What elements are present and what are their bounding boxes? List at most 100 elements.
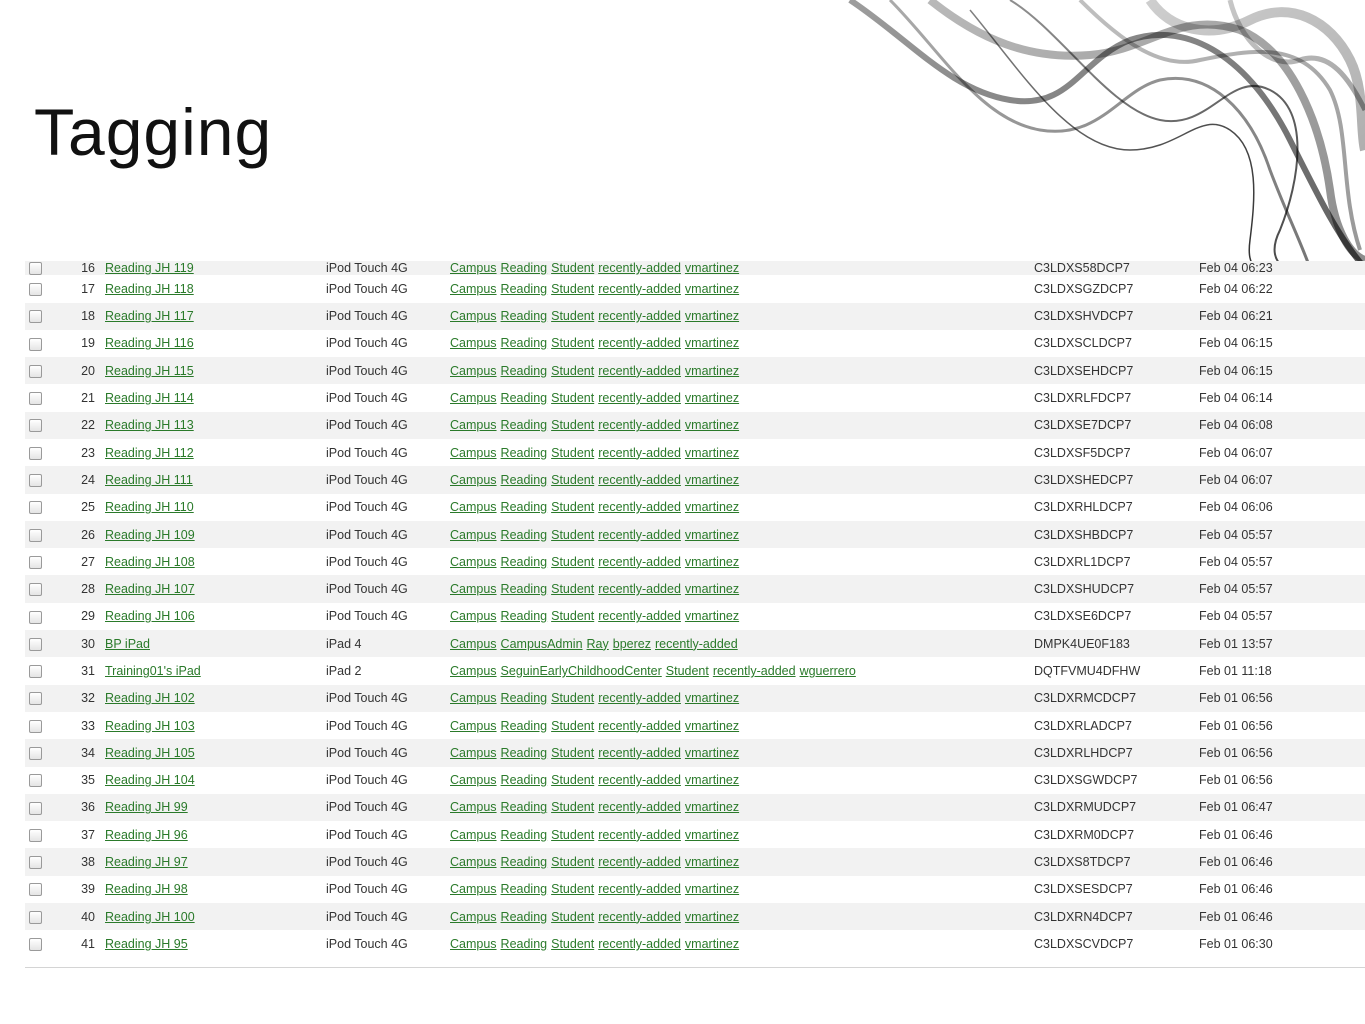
tag-link[interactable]: Student [551,528,594,542]
device-name-link[interactable]: Reading JH 95 [105,937,188,951]
row-checkbox[interactable] [29,446,42,460]
tag-link[interactable]: Reading [501,773,548,787]
row-checkbox[interactable] [29,938,42,952]
tag-link[interactable]: recently-added [598,336,681,350]
tag-link[interactable]: Reading [501,336,548,350]
device-name-link[interactable]: Reading JH 115 [105,364,194,378]
tag-link[interactable]: Campus [450,282,497,296]
tag-link[interactable]: vmartinez [685,391,739,405]
tag-link[interactable]: Campus [450,528,497,542]
tag-link[interactable]: Student [551,261,594,275]
tag-link[interactable]: recently-added [598,746,681,760]
tag-link[interactable]: recently-added [598,609,681,623]
tag-link[interactable]: Campus [450,500,497,514]
tag-link[interactable]: Student [551,473,594,487]
device-name-link[interactable]: Reading JH 113 [105,418,194,432]
tag-link[interactable]: Campus [450,773,497,787]
tag-link[interactable]: vmartinez [685,746,739,760]
tag-link[interactable]: recently-added [598,555,681,569]
tag-link[interactable]: vmartinez [685,800,739,814]
tag-link[interactable]: vmartinez [685,691,739,705]
tag-link[interactable]: Student [551,719,594,733]
tag-link[interactable]: recently-added [598,418,681,432]
tag-link[interactable]: vmartinez [685,609,739,623]
tag-link[interactable]: Campus [450,828,497,842]
tag-link[interactable]: Reading [501,391,548,405]
tag-link[interactable]: recently-added [598,582,681,596]
device-name-link[interactable]: Reading JH 104 [105,773,195,787]
row-checkbox[interactable] [29,364,42,378]
tag-link[interactable]: recently-added [598,828,681,842]
tag-link[interactable]: Campus [450,418,497,432]
row-checkbox[interactable] [29,774,42,788]
tag-link[interactable]: vmartinez [685,261,739,275]
tag-link[interactable]: Reading [501,800,548,814]
tag-link[interactable]: recently-added [598,910,681,924]
row-checkbox[interactable] [29,910,42,924]
tag-link[interactable]: Reading [501,855,548,869]
tag-link[interactable]: Campus [450,582,497,596]
tag-link[interactable]: Campus [450,800,497,814]
tag-link[interactable]: vmartinez [685,282,739,296]
device-name-link[interactable]: Reading JH 96 [105,828,188,842]
tag-link[interactable]: vmartinez [685,855,739,869]
device-name-link[interactable]: Reading JH 97 [105,855,188,869]
tag-link[interactable]: vmartinez [685,364,739,378]
row-checkbox[interactable] [29,801,42,815]
row-checkbox[interactable] [29,856,42,870]
tag-link[interactable]: Reading [501,691,548,705]
tag-link[interactable]: Student [551,418,594,432]
tag-link[interactable]: recently-added [598,261,681,275]
tag-link[interactable]: Student [551,555,594,569]
tag-link[interactable]: Student [551,446,594,460]
tag-link[interactable]: vmartinez [685,500,739,514]
row-checkbox[interactable] [29,555,42,569]
tag-link[interactable]: Reading [501,719,548,733]
row-checkbox[interactable] [29,665,42,679]
tag-link[interactable]: Reading [501,446,548,460]
tag-link[interactable]: recently-added [713,664,796,678]
tag-link[interactable]: Campus [450,309,497,323]
tag-link[interactable]: CampusAdmin [501,637,583,651]
tag-link[interactable]: Student [551,282,594,296]
tag-link[interactable]: Campus [450,261,497,275]
tag-link[interactable]: Student [551,691,594,705]
tag-link[interactable]: Student [551,336,594,350]
tag-link[interactable]: Campus [450,719,497,733]
device-name-link[interactable]: Reading JH 102 [105,691,195,705]
tag-link[interactable]: Student [551,309,594,323]
tag-link[interactable]: recently-added [598,473,681,487]
tag-link[interactable]: vmartinez [685,773,739,787]
tag-link[interactable]: recently-added [598,282,681,296]
tag-link[interactable]: recently-added [655,637,738,651]
tag-link[interactable]: Campus [450,555,497,569]
tag-link[interactable]: Reading [501,473,548,487]
tag-link[interactable]: Student [551,500,594,514]
tag-link[interactable]: recently-added [598,500,681,514]
row-checkbox[interactable] [29,262,42,276]
tag-link[interactable]: vmartinez [685,828,739,842]
device-name-link[interactable]: Reading JH 116 [105,336,194,350]
tag-link[interactable]: vmartinez [685,555,739,569]
device-name-link[interactable]: Reading JH 111 [105,473,193,487]
device-name-link[interactable]: Reading JH 114 [105,391,194,405]
device-name-link[interactable]: Reading JH 107 [105,582,195,596]
row-checkbox[interactable] [29,337,42,351]
tag-link[interactable]: Reading [501,261,548,275]
tag-link[interactable]: Reading [501,910,548,924]
tag-link[interactable]: vmartinez [685,418,739,432]
tag-link[interactable]: Reading [501,309,548,323]
tag-link[interactable]: vmartinez [685,528,739,542]
row-checkbox[interactable] [29,282,42,296]
tag-link[interactable]: recently-added [598,364,681,378]
tag-link[interactable]: SeguinEarlyChildhoodCenter [501,664,662,678]
tag-link[interactable]: Student [551,855,594,869]
tag-link[interactable]: recently-added [598,937,681,951]
tag-link[interactable]: recently-added [598,528,681,542]
tag-link[interactable]: Reading [501,828,548,842]
tag-link[interactable]: recently-added [598,800,681,814]
tag-link[interactable]: vmartinez [685,446,739,460]
tag-link[interactable]: vmartinez [685,473,739,487]
tag-link[interactable]: Campus [450,473,497,487]
device-name-link[interactable]: BP iPad [105,637,150,651]
